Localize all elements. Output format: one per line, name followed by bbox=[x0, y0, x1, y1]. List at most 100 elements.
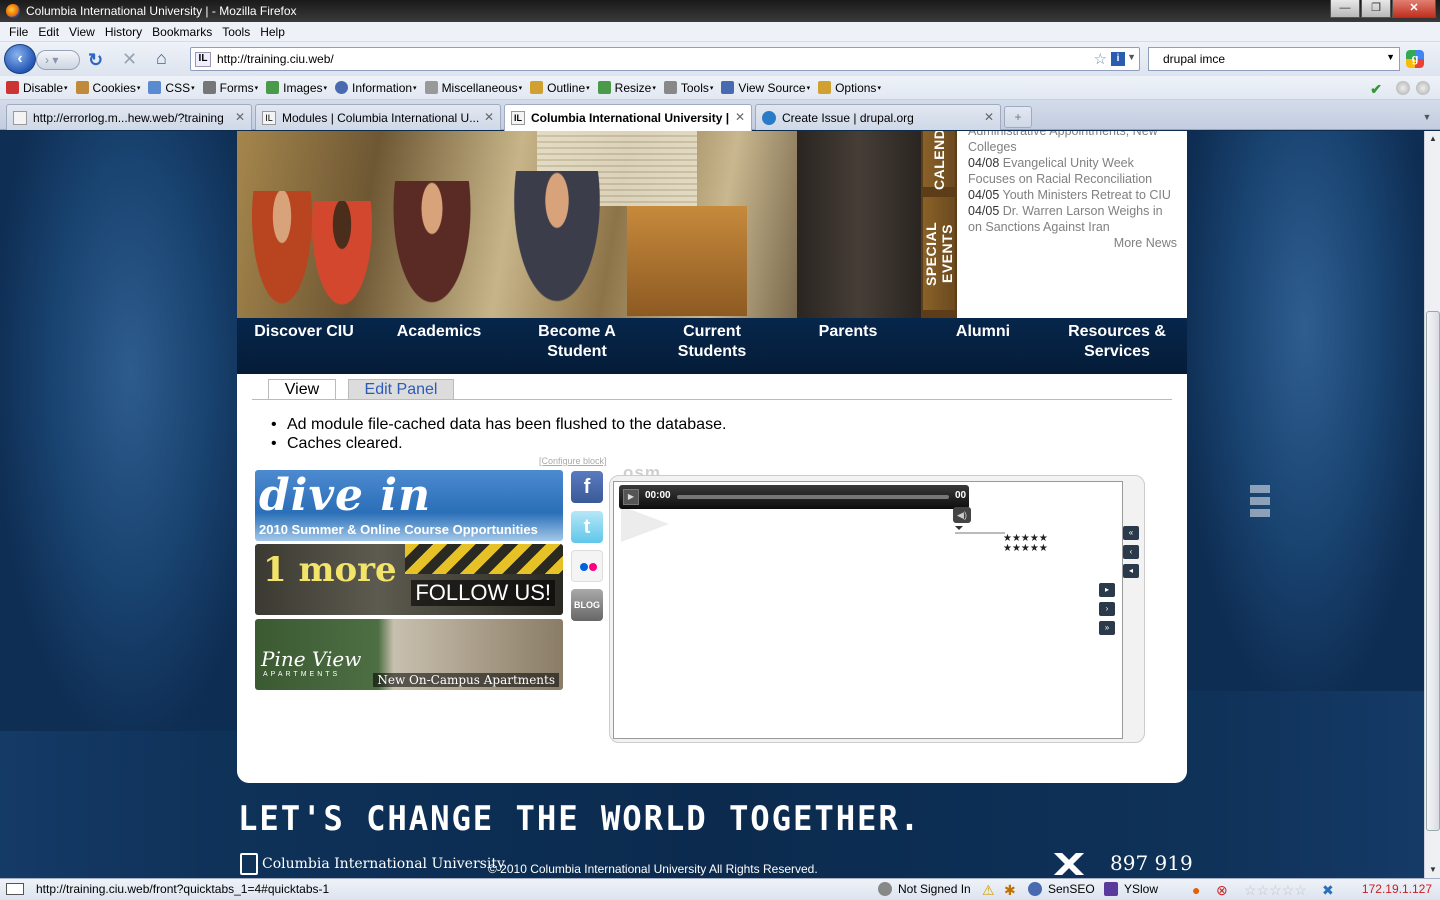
news-item[interactable]: 04/05 Dr. Warren Larson Weighs in on San… bbox=[968, 203, 1177, 235]
facebook-icon[interactable]: f bbox=[571, 471, 603, 503]
menu-file[interactable]: File bbox=[9, 25, 28, 39]
nav-resources-services[interactable]: Resources & Services bbox=[1047, 318, 1187, 374]
bookmark-star-icon[interactable]: ☆ bbox=[1094, 50, 1107, 68]
browser-tab[interactable]: Create Issue | drupal.org ✕ bbox=[755, 104, 1001, 130]
flickr-icon[interactable] bbox=[571, 550, 603, 582]
dive-in-banner[interactable]: dive in 2010 Summer & Online Course Oppo… bbox=[255, 470, 563, 541]
devbar-css[interactable]: CSS ▾ bbox=[148, 81, 195, 95]
volume-slider[interactable] bbox=[955, 526, 1005, 534]
browser-tab[interactable]: http://errorlog.m...hew.web/?training ✕ bbox=[6, 104, 252, 130]
devbar-forms[interactable]: Forms ▾ bbox=[202, 81, 258, 95]
devbar-options[interactable]: Options ▾ bbox=[818, 81, 881, 95]
scrollbar-thumb[interactable] bbox=[1426, 311, 1440, 831]
close-tab-icon[interactable]: ✕ bbox=[735, 110, 745, 124]
blog-icon[interactable]: BLOG bbox=[571, 589, 603, 621]
menu-edit[interactable]: Edit bbox=[38, 25, 59, 39]
rating-widget[interactable]: ☆☆☆☆☆ bbox=[1244, 882, 1307, 899]
devbar-miscellaneous[interactable]: Miscellaneous ▾ bbox=[424, 81, 522, 95]
page-info-icon[interactable]: i bbox=[1111, 52, 1125, 66]
devbar-cookies[interactable]: Cookies ▾ bbox=[75, 81, 140, 95]
menu-help[interactable]: Help bbox=[260, 25, 285, 39]
devbar-tools[interactable]: Tools ▾ bbox=[663, 81, 713, 95]
senseo-status[interactable]: SenSEO bbox=[1028, 882, 1095, 896]
close-window-button[interactable]: ✕ bbox=[1392, 0, 1436, 18]
maximize-button[interactable]: ❐ bbox=[1361, 0, 1391, 18]
nav-discover-ciu[interactable]: Discover CIU bbox=[237, 318, 371, 374]
last-track-button[interactable]: » bbox=[1099, 621, 1115, 635]
nav-academics[interactable]: Academics bbox=[371, 318, 507, 374]
rewind-button[interactable]: ◂ bbox=[1123, 564, 1139, 578]
back-button[interactable]: ‹ bbox=[4, 44, 36, 74]
scroll-indicator[interactable] bbox=[1250, 485, 1270, 521]
news-item[interactable]: 04/05 Youth Ministers Retreat to CIU bbox=[968, 187, 1177, 203]
forward-button-player[interactable]: ▸ bbox=[1099, 583, 1115, 597]
nav-become-a-student[interactable]: Become A Student bbox=[507, 318, 647, 374]
player-seek-bar[interactable] bbox=[677, 495, 949, 499]
site-identity-icon[interactable]: IL bbox=[195, 52, 211, 67]
scroll-down-icon[interactable]: ▼ bbox=[1425, 862, 1440, 878]
next-track-button[interactable]: › bbox=[1099, 602, 1115, 616]
web-developer-toolbar: Disable ▾ Cookies ▾ CSS ▾ Forms ▾ Images ▾ In… bbox=[0, 76, 1440, 100]
list-all-tabs-icon[interactable]: ▼ bbox=[1418, 108, 1436, 126]
news-item-partial[interactable]: Administrative Appointments, New College… bbox=[968, 131, 1177, 155]
stop-icon[interactable]: ✕ bbox=[122, 49, 137, 70]
main-navigation: Discover CIU Academics Become A Student C… bbox=[237, 318, 1187, 374]
close-tab-icon[interactable]: ✕ bbox=[484, 110, 494, 124]
browser-tab-active[interactable]: IL Columbia International University | ✕ bbox=[504, 104, 752, 131]
close-tab-icon[interactable]: ✕ bbox=[235, 110, 245, 124]
scroll-up-icon[interactable]: ▲ bbox=[1425, 131, 1440, 147]
search-input[interactable]: drupal imce ▼ bbox=[1148, 47, 1400, 71]
devbar-disable[interactable]: Disable ▾ bbox=[6, 81, 68, 95]
nav-current-students[interactable]: Current Students bbox=[647, 318, 777, 374]
menu-tools[interactable]: Tools bbox=[222, 25, 250, 39]
firebug-icon[interactable]: ✱ bbox=[1004, 882, 1016, 899]
prev-track-button[interactable]: ‹ bbox=[1123, 545, 1139, 559]
news-item[interactable]: 04/08 Evangelical Unity Week Focuses on … bbox=[968, 155, 1177, 187]
minimize-button[interactable]: — bbox=[1330, 0, 1360, 18]
addon-icon[interactable]: ✖ bbox=[1322, 882, 1334, 899]
warning-icon[interactable]: ⚠ bbox=[982, 882, 995, 899]
error-icon[interactable]: ⊗ bbox=[1216, 882, 1228, 899]
forward-button[interactable]: › ▾ bbox=[36, 50, 80, 70]
rating-stars[interactable]: ★★★★★ ★★★★★ bbox=[1003, 534, 1048, 554]
media-player[interactable] bbox=[613, 481, 1123, 739]
menu-view[interactable]: View bbox=[69, 25, 95, 39]
browser-tab[interactable]: IL Modules | Columbia International U...… bbox=[255, 104, 501, 130]
nav-parents[interactable]: Parents bbox=[777, 318, 919, 374]
play-button[interactable]: ▶ bbox=[623, 489, 639, 505]
tab-view[interactable]: View bbox=[268, 379, 336, 399]
reload-icon[interactable]: ↻ bbox=[88, 50, 103, 71]
yslow-status[interactable]: YSlow bbox=[1104, 882, 1158, 896]
search-dropdown-icon[interactable]: ▼ bbox=[1386, 52, 1395, 62]
footer-logo[interactable]: Columbia International University bbox=[240, 853, 505, 875]
nav-alumni[interactable]: Alumni bbox=[919, 318, 1047, 374]
follow-us-banner[interactable]: 1 more FOLLOW US! bbox=[255, 544, 563, 615]
tab-edit-panel[interactable]: Edit Panel bbox=[348, 379, 454, 399]
big-play-icon[interactable] bbox=[621, 506, 669, 542]
firefox-status-icon[interactable]: ● bbox=[1192, 882, 1200, 898]
first-track-button[interactable]: « bbox=[1123, 526, 1139, 540]
close-tab-icon[interactable]: ✕ bbox=[984, 110, 994, 124]
calendar-tab[interactable]: CALEND bbox=[923, 131, 955, 190]
pine-view-banner[interactable]: Pine View APARTMENTS New On-Campus Apart… bbox=[255, 619, 563, 690]
devbar-information[interactable]: Information ▾ bbox=[335, 81, 417, 95]
not-signed-in-status[interactable]: Not Signed In bbox=[878, 882, 971, 896]
menu-bookmarks[interactable]: Bookmarks bbox=[152, 25, 212, 39]
devbar-resize[interactable]: Resize ▾ bbox=[597, 81, 656, 95]
url-bar[interactable]: IL http://training.ciu.web/ ☆ i ▼ bbox=[190, 47, 1140, 71]
google-search-engine-icon[interactable]: g bbox=[1406, 50, 1424, 68]
twitter-icon[interactable]: t bbox=[571, 511, 603, 543]
more-news-link[interactable]: More News bbox=[968, 235, 1177, 251]
special-events-tab[interactable]: SPECIAL EVENTS bbox=[923, 197, 955, 310]
window-titlebar: Columbia International University | - Mo… bbox=[0, 0, 1440, 22]
new-tab-button[interactable]: + bbox=[1004, 106, 1032, 128]
devbar-images[interactable]: Images ▾ bbox=[266, 81, 327, 95]
configure-block-link[interactable]: [Configure block] bbox=[539, 456, 607, 466]
devbar-outline[interactable]: Outline ▾ bbox=[530, 81, 590, 95]
volume-icon[interactable]: ◀) bbox=[953, 507, 971, 523]
menu-history[interactable]: History bbox=[105, 25, 142, 39]
url-history-dropdown-icon[interactable]: ▼ bbox=[1127, 52, 1136, 62]
devbar-view-source[interactable]: View Source ▾ bbox=[721, 81, 810, 95]
home-icon[interactable]: ⌂ bbox=[156, 48, 167, 69]
vertical-scrollbar[interactable]: ▲ ▼ bbox=[1424, 131, 1440, 878]
